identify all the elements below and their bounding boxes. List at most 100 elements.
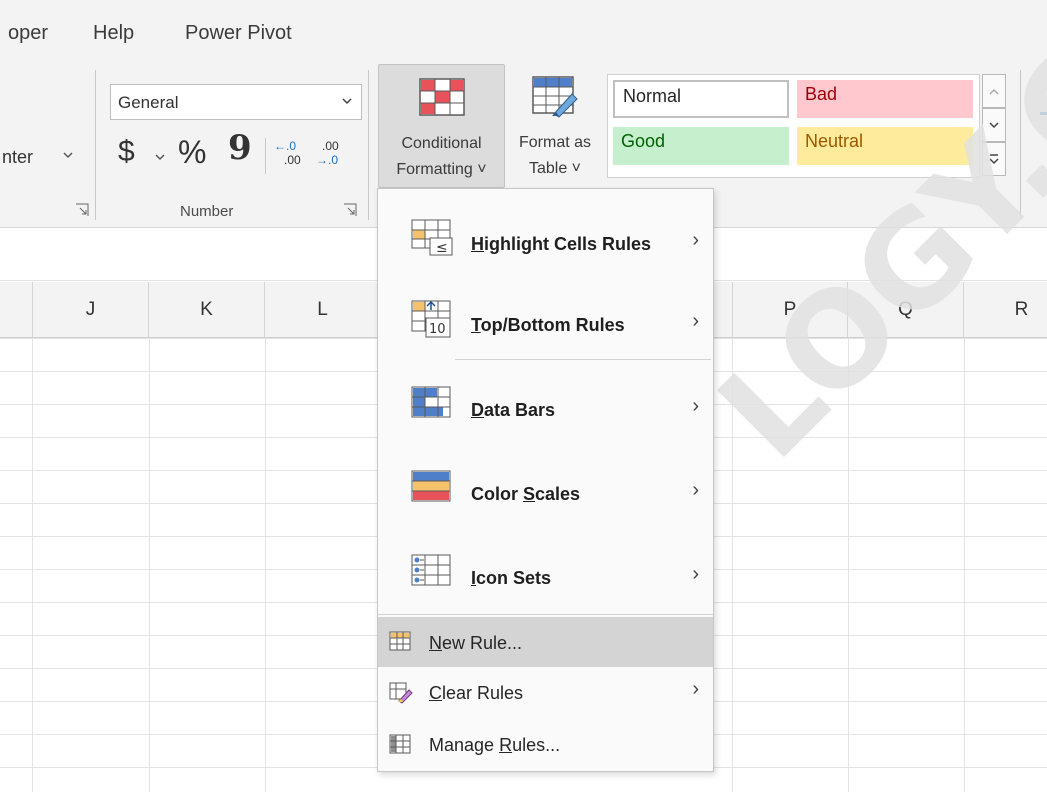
menu-separator bbox=[378, 614, 713, 615]
menu-item-data-bars[interactable]: Data Bars › bbox=[378, 360, 713, 444]
submenu-arrow-icon: › bbox=[692, 395, 699, 417]
conditional-formatting-button[interactable]: Conditional Formatting ˅ bbox=[378, 64, 505, 188]
separator bbox=[265, 138, 266, 174]
column-header-r[interactable]: R bbox=[964, 282, 1047, 338]
number-format-value: General bbox=[118, 93, 179, 112]
comma-style-button[interactable]: 9 bbox=[228, 128, 252, 168]
alignment-launcher-icon[interactable] bbox=[75, 203, 89, 217]
label-part: ew Rule... bbox=[442, 633, 523, 653]
menu-item-label: Icon Sets bbox=[471, 568, 551, 589]
label-part: Manage bbox=[429, 735, 500, 755]
menu-item-label: Clear Rules bbox=[429, 683, 523, 704]
conditional-formatting-menu: ≤ Highlight Cells Rules › 10 Top/Bottom … bbox=[377, 188, 714, 772]
style-bad-label: Bad bbox=[805, 84, 838, 104]
tab-developer[interactable]: oper bbox=[8, 22, 48, 45]
menu-item-label: Data Bars bbox=[471, 400, 555, 421]
menu-item-color-scales[interactable]: Color Scales › bbox=[378, 444, 713, 528]
number-format-dropdown[interactable]: General bbox=[110, 84, 362, 120]
submenu-arrow-icon: › bbox=[692, 310, 699, 332]
gridline bbox=[32, 338, 33, 792]
style-bad[interactable]: Bad bbox=[797, 80, 973, 118]
cell-styles-gallery: Normal Bad Good Neutral bbox=[607, 74, 980, 178]
increase-decimal-button[interactable]: ←.0 .00 bbox=[274, 139, 310, 173]
label-part: cales bbox=[535, 484, 581, 504]
submenu-arrow-icon: › bbox=[692, 229, 699, 251]
currency-button[interactable]: $ bbox=[118, 135, 135, 169]
merge-center-label[interactable]: nter bbox=[2, 147, 33, 168]
icon-sets-icon bbox=[411, 554, 451, 591]
label-part: con Sets bbox=[476, 568, 552, 588]
label-part: ata Bars bbox=[484, 400, 556, 420]
menu-item-top-bottom-rules[interactable]: 10 Top/Bottom Rules › bbox=[378, 275, 713, 359]
menu-item-new-rule[interactable]: New Rule... bbox=[378, 617, 713, 667]
style-good-label: Good bbox=[621, 131, 666, 151]
menu-item-label: Top/Bottom Rules bbox=[471, 315, 625, 336]
style-neutral-label: Neutral bbox=[805, 131, 864, 151]
gallery-down-button[interactable] bbox=[982, 108, 1006, 142]
data-bars-icon bbox=[411, 386, 451, 423]
gallery-up-button[interactable] bbox=[982, 74, 1006, 108]
increase-decimal-top: ←.0 bbox=[274, 139, 297, 153]
manage-rules-icon bbox=[389, 734, 411, 759]
highlight-cells-icon: ≤ bbox=[411, 219, 455, 262]
label-mnemonic: T bbox=[471, 315, 481, 335]
merge-center-chevron-icon[interactable] bbox=[62, 148, 74, 166]
new-rule-icon bbox=[389, 631, 411, 656]
format-as-table-label-2: Table ˅ bbox=[528, 160, 582, 177]
decrease-decimal-bottom: →.0 bbox=[316, 153, 339, 167]
menu-item-manage-rules[interactable]: Manage Rules... bbox=[378, 719, 713, 771]
conditional-formatting-label-1: Conditional bbox=[401, 135, 482, 152]
style-neutral[interactable]: Neutral bbox=[797, 127, 973, 165]
column-header-p[interactable]: P bbox=[732, 282, 848, 338]
separator bbox=[368, 70, 369, 220]
column-header-k[interactable]: K bbox=[149, 282, 265, 338]
ribbon-tab-bar: oper Help Power Pivot bbox=[0, 0, 1047, 62]
column-header-q[interactable]: Q bbox=[848, 282, 964, 338]
separator bbox=[1020, 70, 1021, 220]
top-bottom-icon-number: 10 bbox=[429, 322, 446, 337]
label-mnemonic: H bbox=[471, 234, 484, 254]
style-normal[interactable]: Normal bbox=[613, 80, 789, 118]
currency-chevron-icon[interactable] bbox=[154, 150, 166, 168]
tab-power-pivot[interactable]: Power Pivot bbox=[185, 22, 292, 45]
gridline bbox=[848, 338, 849, 792]
ribbon-overflow-icon bbox=[1040, 112, 1047, 115]
menu-item-label: Manage Rules... bbox=[429, 735, 560, 756]
column-header-l[interactable]: L bbox=[265, 282, 381, 338]
gallery-scrollbar bbox=[982, 74, 1006, 178]
clear-rules-icon bbox=[389, 682, 413, 709]
label-mnemonic: S bbox=[523, 484, 536, 504]
menu-item-label: Color Scales bbox=[471, 484, 580, 505]
tab-help[interactable]: Help bbox=[93, 22, 134, 45]
gallery-more-button[interactable] bbox=[982, 142, 1006, 176]
label-part: op/Bottom Rules bbox=[480, 315, 625, 335]
separator bbox=[95, 70, 96, 220]
menu-item-label: New Rule... bbox=[429, 633, 522, 654]
label-part: lear Rules bbox=[442, 683, 524, 703]
gridline bbox=[265, 338, 266, 792]
percent-button[interactable]: % bbox=[178, 134, 206, 171]
label-mnemonic: N bbox=[429, 633, 442, 653]
menu-item-clear-rules[interactable]: Clear Rules › bbox=[378, 667, 713, 719]
conditional-formatting-label-2: Formatting ˅ bbox=[396, 161, 487, 178]
menu-item-highlight-cells-rules[interactable]: ≤ Highlight Cells Rules › bbox=[378, 189, 713, 275]
number-launcher-icon[interactable] bbox=[343, 203, 357, 217]
label-mnemonic: C bbox=[429, 683, 442, 703]
chevron-down-icon bbox=[341, 94, 353, 112]
menu-item-icon-sets[interactable]: Icon Sets › bbox=[378, 528, 713, 612]
decrease-decimal-button[interactable]: .00 →.0 bbox=[316, 139, 352, 173]
submenu-arrow-icon: › bbox=[692, 678, 699, 700]
menu-item-label: Highlight Cells Rules bbox=[471, 234, 651, 255]
top-bottom-icon: 10 bbox=[411, 300, 455, 345]
conditional-formatting-icon bbox=[419, 78, 465, 121]
submenu-arrow-icon: › bbox=[692, 563, 699, 585]
format-as-table-label-1: Format as bbox=[518, 134, 591, 151]
number-group-label: Number bbox=[180, 203, 234, 220]
format-as-table-button[interactable]: Format as Table ˅ bbox=[507, 64, 603, 188]
color-scales-icon bbox=[411, 470, 451, 507]
label-part: Color bbox=[471, 484, 523, 504]
decrease-decimal-top: .00 bbox=[322, 139, 339, 153]
style-normal-label: Normal bbox=[623, 86, 682, 106]
style-good[interactable]: Good bbox=[613, 127, 789, 165]
column-header-j[interactable]: J bbox=[32, 282, 149, 338]
